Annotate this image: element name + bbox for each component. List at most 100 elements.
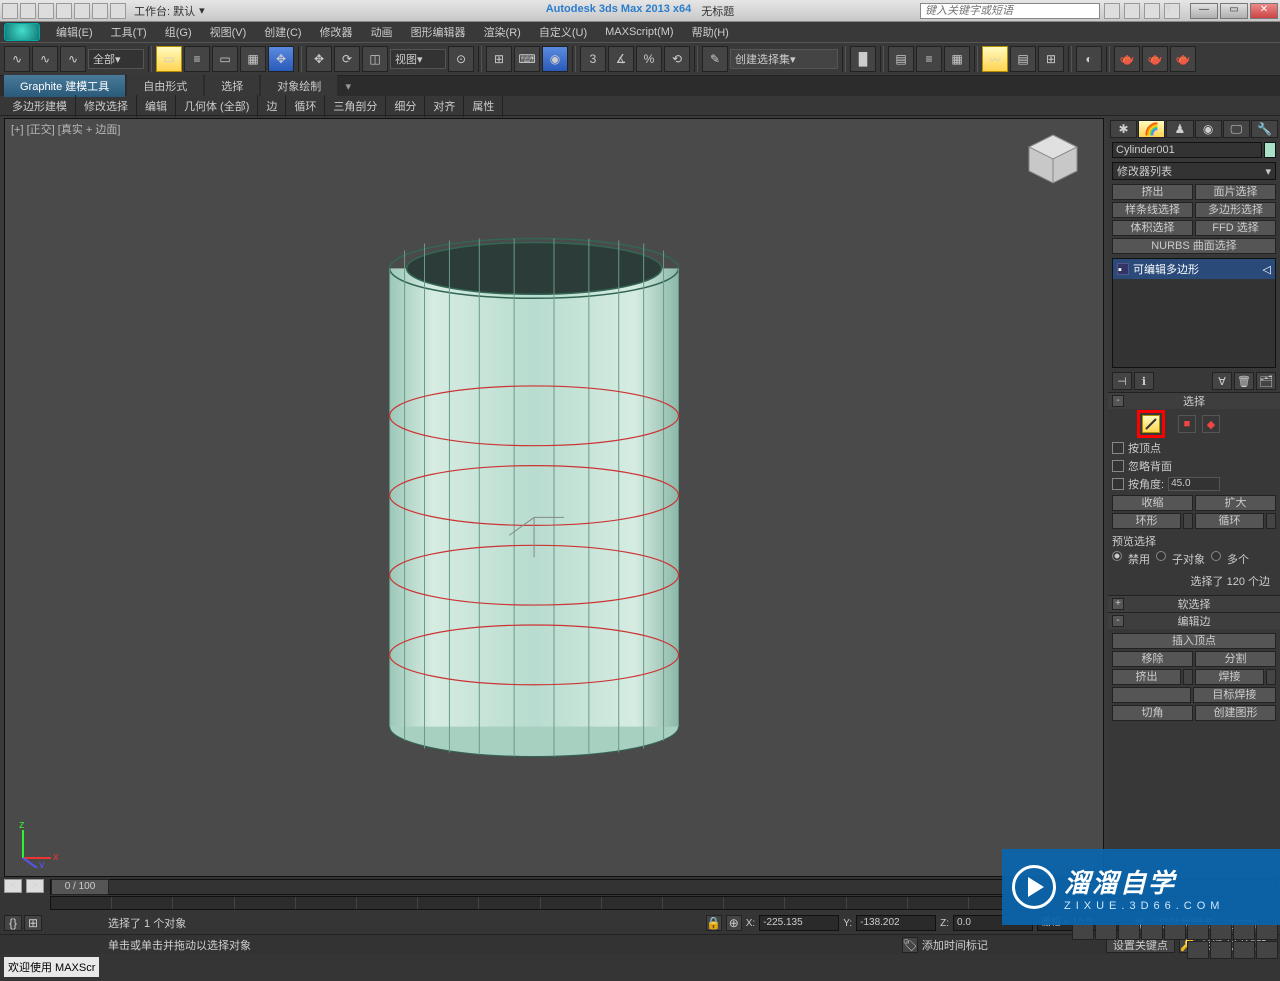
star-icon[interactable] [1124,3,1140,19]
help-search-input[interactable] [920,3,1100,19]
app-icon[interactable] [2,3,18,19]
btn-extrude[interactable]: 挤出 [1112,669,1181,685]
select-link-icon[interactable]: ∿ [4,46,30,72]
help-icon[interactable]: ? [1164,3,1180,19]
select-by-name-icon[interactable]: ≡ [184,46,210,72]
menu-group[interactable]: 组(G) [157,22,200,42]
angle-spinner[interactable]: 45.0 [1168,477,1220,491]
make-unique-icon[interactable]: ∀ [1212,372,1232,390]
ribbon-panel-polymodel[interactable]: 多边形建模 [4,95,76,117]
unlink-icon[interactable]: ∿ [32,46,58,72]
ribbon-panel-modifysel[interactable]: 修改选择 [76,95,137,117]
btn-poly-select[interactable]: 多边形选择 [1195,202,1276,218]
angle-snap-icon[interactable]: ∡ [608,46,634,72]
snap-2d-icon[interactable]: ◉ [542,46,568,72]
ref-coord-combo[interactable]: 视图 ▾ [390,49,446,69]
ribbon-expand-icon[interactable]: ▾ [341,77,355,96]
rollup-selection-header[interactable]: -选择 [1108,393,1280,409]
btn-create-shape[interactable]: 创建图形 [1195,705,1276,721]
spinner-snap-icon[interactable]: ⟲ [664,46,690,72]
menu-help[interactable]: 帮助(H) [684,22,737,42]
viewport[interactable]: [+] [正交] [真实 + 边面] [4,118,1104,877]
snap-toggle-icon[interactable]: 3 [580,46,606,72]
window-crossing-icon[interactable]: ▦ [240,46,266,72]
hierarchy-tab-icon[interactable]: ♟ [1166,120,1193,138]
coord-y[interactable]: -138.202 [856,915,936,931]
object-color-swatch[interactable] [1264,142,1276,158]
named-selection-combo[interactable]: 创建选择集 ▾ [730,49,838,69]
select-and-move-icon[interactable]: ✥ [268,46,294,72]
btn-shrink[interactable]: 收缩 [1112,495,1193,511]
infocenter-icon[interactable] [1104,3,1120,19]
exchange-icon[interactable] [1144,3,1160,19]
btn-ffd-select[interactable]: FFD 选择 [1195,220,1276,236]
maximize-button[interactable]: ▭ [1220,3,1248,19]
render-frame-icon[interactable]: 🫖 [1142,46,1168,72]
btn-target-weld[interactable]: 目标焊接 [1193,687,1276,703]
radio-preview-multi[interactable] [1211,551,1221,561]
btn-extrude-mod[interactable]: 挤出 [1112,184,1193,200]
maxscript-mini-icon[interactable]: {} [4,915,22,931]
application-menu-button[interactable] [4,23,40,41]
menu-edit[interactable]: 编辑(E) [48,22,101,42]
select-object-icon[interactable]: ▭ [156,46,182,72]
nav-fov-icon[interactable] [1187,941,1209,959]
align-icon[interactable]: ▤ [888,46,914,72]
nav-maximize-icon[interactable] [1256,941,1278,959]
link-icon[interactable] [110,3,126,19]
mirror-icon[interactable]: ▐▌ [850,46,876,72]
undo-icon[interactable] [74,3,90,19]
minimize-button[interactable]: — [1190,3,1218,19]
move-icon[interactable]: ✥ [306,46,332,72]
rollup-edit-edges-header[interactable]: -编辑边 [1108,613,1280,629]
ribbon-panel-tri[interactable]: 三角剖分 [325,95,386,117]
menu-maxscript[interactable]: MAXScript(M) [597,24,681,40]
btn-ring[interactable]: 环形 [1112,513,1181,529]
btn-chamfer-partial[interactable] [1112,687,1191,703]
time-slider-handle[interactable]: 0 / 100 [51,879,109,895]
extrude-settings[interactable] [1183,669,1193,685]
btn-insert-vertex[interactable]: 插入顶点 [1112,633,1276,649]
selection-filter-combo[interactable]: 全部 ▾ [88,49,144,69]
radio-preview-off[interactable] [1112,551,1122,561]
chk-by-vertex[interactable] [1112,442,1124,454]
ribbon-panel-subdiv[interactable]: 细分 [386,95,425,117]
dope-sheet-icon[interactable]: ▤ [1010,46,1036,72]
new-icon[interactable] [20,3,36,19]
create-tab-icon[interactable]: ✱ [1110,120,1137,138]
rollup-soft-selection-header[interactable]: +软选择 [1108,596,1280,612]
object-name-field[interactable] [1112,142,1262,158]
btn-loop[interactable]: 循环 [1195,513,1264,529]
ribbon-panel-props[interactable]: 属性 [464,95,503,117]
viewcube[interactable] [1023,129,1083,189]
timeslider-lt-icon[interactable]: < [4,879,22,893]
btn-remove[interactable]: 移除 [1112,651,1193,667]
menu-customize[interactable]: 自定义(U) [531,22,595,42]
nav-orbit-icon[interactable] [1233,941,1255,959]
chk-ignore-backfacing[interactable] [1112,460,1124,472]
edit-named-sel-icon[interactable]: ✎ [702,46,728,72]
show-end-result-icon[interactable]: ℹ [1134,372,1154,390]
ribbon-panel-loops[interactable]: 循环 [286,95,325,117]
ribbon-panel-edit[interactable]: 编辑 [137,95,176,117]
workspace-switcher[interactable]: 工作台: 默认▾ [134,3,205,19]
chk-by-angle[interactable] [1112,478,1124,490]
btn-patch-select[interactable]: 面片选择 [1195,184,1276,200]
open-icon[interactable] [38,3,54,19]
modifier-stack[interactable]: ▪ 可编辑多边形 ◁ [1112,258,1276,368]
save-icon[interactable] [56,3,72,19]
modify-tab-icon[interactable]: 🌈 [1138,120,1165,138]
menu-grapheditors[interactable]: 图形编辑器 [403,22,474,42]
add-time-tag[interactable]: 添加时间标记 [922,937,988,953]
btn-nurbs-select[interactable]: NURBS 曲面选择 [1112,238,1276,254]
material-editor-icon[interactable]: ◐ [1076,46,1102,72]
redo-icon[interactable] [92,3,108,19]
weld-settings[interactable] [1266,669,1276,685]
btn-grow[interactable]: 扩大 [1195,495,1276,511]
select-manipulate-icon[interactable]: ⊞ [486,46,512,72]
lock-selection-icon[interactable]: 🔒 [706,915,722,931]
motion-tab-icon[interactable]: ◉ [1195,120,1222,138]
nav-zoom-ext-icon[interactable] [1210,941,1232,959]
ribbon-panel-geomall[interactable]: 几何体 (全部) [176,95,258,117]
btn-chamfer[interactable]: 切角 [1112,705,1193,721]
